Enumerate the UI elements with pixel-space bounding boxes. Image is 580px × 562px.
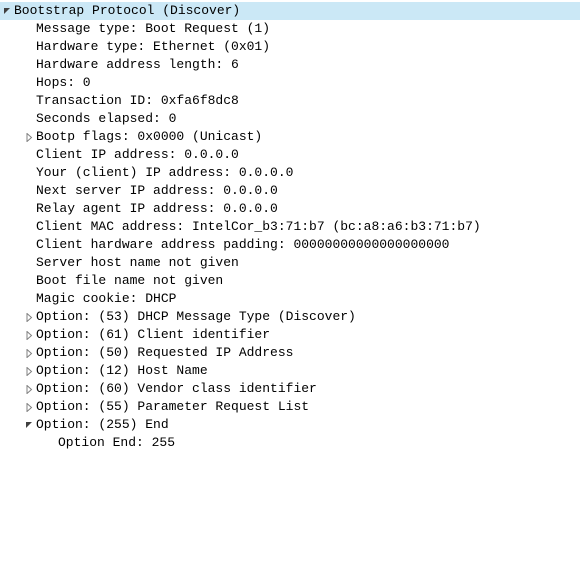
field-boot-file-name[interactable]: Boot file name not given — [0, 272, 580, 290]
option-label: Option: (12) Host Name — [36, 362, 216, 380]
option-label: Option: (60) Vendor class identifier — [36, 380, 325, 398]
packet-details-tree: Bootstrap Protocol (Discover) Message ty… — [0, 0, 580, 460]
root-bootstrap-protocol[interactable]: Bootstrap Protocol (Discover) — [0, 2, 580, 20]
field-label: Message type: Boot Request (1) — [36, 20, 278, 38]
expander-closed-icon[interactable] — [22, 349, 36, 358]
option-61-client-identifier[interactable]: Option: (61) Client identifier — [0, 326, 580, 344]
expander-closed-icon[interactable] — [22, 403, 36, 412]
field-bootp-flags[interactable]: Bootp flags: 0x0000 (Unicast) — [0, 128, 580, 146]
field-your-ip[interactable]: Your (client) IP address: 0.0.0.0 — [0, 164, 580, 182]
field-transaction-id[interactable]: Transaction ID: 0xfa6f8dc8 — [0, 92, 580, 110]
option-label: Option: (53) DHCP Message Type (Discover… — [36, 308, 364, 326]
field-label: Seconds elapsed: 0 — [36, 110, 184, 128]
field-hw-padding[interactable]: Client hardware address padding: 0000000… — [0, 236, 580, 254]
expander-closed-icon[interactable] — [22, 133, 36, 142]
field-magic-cookie[interactable]: Magic cookie: DHCP — [0, 290, 580, 308]
field-relay-agent-ip[interactable]: Relay agent IP address: 0.0.0.0 — [0, 200, 580, 218]
field-label: Transaction ID: 0xfa6f8dc8 — [36, 92, 247, 110]
field-label: Relay agent IP address: 0.0.0.0 — [36, 200, 286, 218]
field-label: Hops: 0 — [36, 74, 99, 92]
expander-open-icon[interactable] — [0, 7, 14, 16]
option-60-vendor-class[interactable]: Option: (60) Vendor class identifier — [0, 380, 580, 398]
field-message-type[interactable]: Message type: Boot Request (1) — [0, 20, 580, 38]
option-50-requested-ip[interactable]: Option: (50) Requested IP Address — [0, 344, 580, 362]
option-55-parameter-request-list[interactable]: Option: (55) Parameter Request List — [0, 398, 580, 416]
field-label: Boot file name not given — [36, 272, 231, 290]
option-53-dhcp-message-type[interactable]: Option: (53) DHCP Message Type (Discover… — [0, 308, 580, 326]
expander-open-icon[interactable] — [22, 421, 36, 430]
field-next-server-ip[interactable]: Next server IP address: 0.0.0.0 — [0, 182, 580, 200]
expander-closed-icon[interactable] — [22, 385, 36, 394]
field-client-ip[interactable]: Client IP address: 0.0.0.0 — [0, 146, 580, 164]
expander-closed-icon[interactable] — [22, 367, 36, 376]
field-seconds-elapsed[interactable]: Seconds elapsed: 0 — [0, 110, 580, 128]
field-label: Option End: 255 — [58, 434, 183, 452]
option-255-end-value[interactable]: Option End: 255 — [0, 434, 580, 452]
option-label: Option: (255) End — [36, 416, 177, 434]
field-hops[interactable]: Hops: 0 — [0, 74, 580, 92]
field-label: Magic cookie: DHCP — [36, 290, 184, 308]
option-label: Option: (55) Parameter Request List — [36, 398, 317, 416]
field-label: Next server IP address: 0.0.0.0 — [36, 182, 286, 200]
field-label: Hardware address length: 6 — [36, 56, 247, 74]
option-12-host-name[interactable]: Option: (12) Host Name — [0, 362, 580, 380]
field-label: Hardware type: Ethernet (0x01) — [36, 38, 278, 56]
option-255-end[interactable]: Option: (255) End — [0, 416, 580, 434]
option-label: Option: (50) Requested IP Address — [36, 344, 301, 362]
field-server-host-name[interactable]: Server host name not given — [0, 254, 580, 272]
option-label: Option: (61) Client identifier — [36, 326, 278, 344]
field-hw-addr-len[interactable]: Hardware address length: 6 — [0, 56, 580, 74]
field-client-mac[interactable]: Client MAC address: IntelCor_b3:71:b7 (b… — [0, 218, 580, 236]
field-label: Your (client) IP address: 0.0.0.0 — [36, 164, 301, 182]
field-hardware-type[interactable]: Hardware type: Ethernet (0x01) — [0, 38, 580, 56]
field-label: Client MAC address: IntelCor_b3:71:b7 (b… — [36, 218, 489, 236]
field-label: Client IP address: 0.0.0.0 — [36, 146, 247, 164]
field-label: Bootp flags: 0x0000 (Unicast) — [36, 128, 270, 146]
root-title: Bootstrap Protocol (Discover) — [14, 2, 248, 20]
field-label: Client hardware address padding: 0000000… — [36, 236, 457, 254]
field-label: Server host name not given — [36, 254, 247, 272]
expander-closed-icon[interactable] — [22, 313, 36, 322]
expander-closed-icon[interactable] — [22, 331, 36, 340]
